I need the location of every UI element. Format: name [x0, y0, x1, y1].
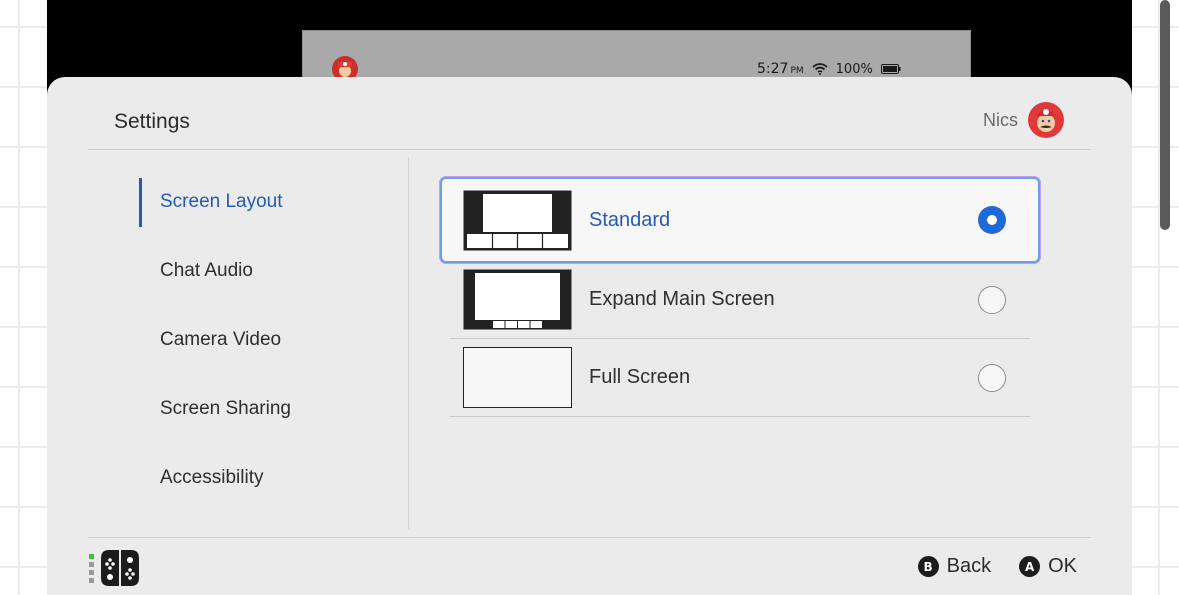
sidebar-item-chat-audio[interactable]: Chat Audio	[139, 246, 389, 315]
mario-avatar-icon	[1028, 102, 1064, 138]
option-expand-main-screen[interactable]: Expand Main Screen	[450, 261, 1030, 339]
standard-layout-icon	[463, 190, 572, 250]
battery-icon	[880, 64, 901, 74]
sidebar-divider	[408, 157, 409, 529]
back-label: Back	[946, 555, 992, 577]
sidebar-item-screen-layout[interactable]: Screen Layout	[139, 177, 389, 246]
status-battery-percent: 100%	[835, 61, 873, 77]
sidebar-item-screen-sharing[interactable]: Screen Sharing	[139, 384, 389, 453]
sidebar-item-accessibility[interactable]: Accessibility	[139, 453, 389, 522]
wifi-icon	[812, 63, 828, 75]
background-status-bar: 5:27 PM 100%	[757, 61, 901, 77]
header-divider	[88, 149, 1091, 150]
status-time: 5:27 PM	[757, 61, 804, 77]
sidebar-item-label: Screen Sharing	[160, 398, 291, 419]
option-label: Expand Main Screen	[589, 288, 775, 310]
ok-label: OK	[1048, 555, 1077, 577]
b-button-icon: B	[917, 556, 939, 577]
sidebar-item-label: Chat Audio	[160, 260, 253, 281]
page-scrollbar[interactable]	[1160, 0, 1170, 230]
fullscreen-layout-icon	[463, 347, 572, 408]
ok-button[interactable]: A OK	[1019, 555, 1077, 578]
joycon-controller-icon	[101, 550, 139, 586]
sidebar-item-camera-video[interactable]: Camera Video	[139, 315, 389, 384]
option-full-screen[interactable]: Full Screen	[450, 339, 1030, 417]
user-profile[interactable]: Nics	[983, 102, 1064, 138]
settings-panel: Settings Nics Screen Layout Chat Audio C…	[47, 77, 1132, 595]
sidebar-item-label: Camera Video	[160, 329, 282, 350]
layout-options-list: Standard Expand Main Screen Full Screen	[442, 179, 1038, 417]
footer-divider	[88, 537, 1091, 538]
radio-unselected[interactable]	[978, 285, 1006, 314]
option-standard[interactable]: Standard	[442, 179, 1038, 261]
option-label: Full Screen	[589, 366, 691, 388]
page-title: Settings	[114, 110, 190, 133]
back-button[interactable]: B Back	[917, 555, 992, 578]
footer-actions: B Back A OK	[917, 555, 1077, 578]
a-button-icon: A	[1019, 556, 1041, 577]
sidebar-item-label: Accessibility	[160, 467, 264, 488]
sidebar: Screen Layout Chat Audio Camera Video Sc…	[139, 177, 389, 522]
controller-battery-indicator	[89, 553, 94, 583]
radio-selected[interactable]	[978, 206, 1006, 234]
user-name: Nics	[983, 109, 1018, 130]
radio-unselected[interactable]	[978, 363, 1006, 392]
sidebar-item-label: Screen Layout	[160, 191, 283, 212]
controller-status	[89, 549, 140, 587]
option-label: Standard	[589, 208, 671, 231]
expand-layout-icon	[463, 269, 572, 330]
